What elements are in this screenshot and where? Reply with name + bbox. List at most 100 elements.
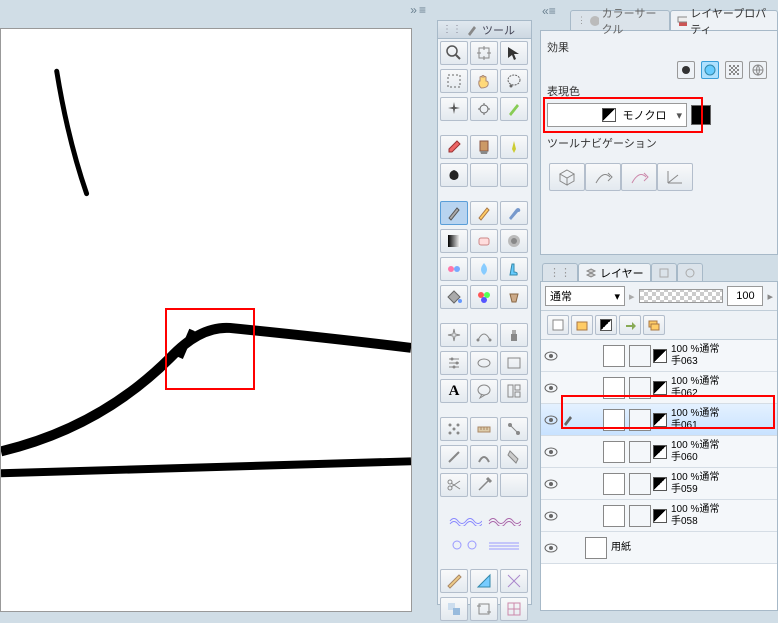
fill-tool[interactable] [440, 285, 468, 309]
visibility-eye-icon[interactable] [543, 508, 559, 524]
wand-tool[interactable] [440, 97, 468, 121]
layer-item[interactable]: 100 %通常手063 [541, 340, 777, 372]
balloon-tool[interactable] [470, 379, 498, 403]
finger-tool[interactable] [500, 257, 528, 281]
spiral-preset-row[interactable] [440, 535, 529, 555]
transfer-button[interactable] [619, 315, 641, 335]
gradient-tool[interactable] [440, 229, 468, 253]
brush-tool[interactable] [500, 201, 528, 225]
frame-tool[interactable] [500, 351, 528, 375]
effect-map[interactable] [749, 61, 767, 79]
tool-palette-header[interactable]: ⋮⋮ ツール [438, 21, 531, 39]
crop-tool[interactable] [470, 597, 498, 621]
expand-arrows[interactable]: »≡ [396, 2, 426, 18]
perspective-tool[interactable] [500, 569, 528, 593]
marquee-tool[interactable] [440, 69, 468, 93]
quick-select-tool[interactable] [470, 97, 498, 121]
nav-curve2[interactable] [621, 163, 657, 191]
tab-extra1[interactable] [651, 263, 677, 281]
empty2[interactable] [500, 163, 528, 187]
layer-item[interactable]: 100 %通常手058 [541, 500, 777, 532]
line-tool[interactable] [440, 445, 468, 469]
lasso-tool[interactable] [500, 69, 528, 93]
ruler2-tool[interactable] [440, 569, 468, 593]
visibility-eye-icon[interactable] [543, 476, 559, 492]
empty3[interactable] [500, 473, 528, 497]
knife-tool[interactable] [470, 473, 498, 497]
zoom-tool[interactable] [440, 41, 468, 65]
bucket-tool[interactable] [500, 285, 528, 309]
tab-layers[interactable]: レイヤー [578, 263, 651, 281]
airbrush-tool[interactable] [500, 229, 528, 253]
effect-border[interactable] [677, 61, 695, 79]
new-folder-button[interactable] [571, 315, 593, 335]
blend-tool[interactable] [470, 445, 498, 469]
gradient-preset-row[interactable] [440, 511, 529, 531]
connect-tool[interactable] [500, 417, 528, 441]
nav-axis[interactable] [657, 163, 693, 191]
decoration-tool[interactable] [440, 257, 468, 281]
arrow-tool[interactable] [500, 41, 528, 65]
triangle-tool[interactable] [470, 569, 498, 593]
ruler-tool[interactable] [470, 417, 498, 441]
empty1[interactable] [470, 163, 498, 187]
layer-item[interactable]: 用紙 [541, 532, 777, 564]
blend-mode-dropdown[interactable]: 通常 ▾ [545, 286, 625, 306]
opacity-slider[interactable] [639, 289, 724, 303]
adjust-tool[interactable] [440, 351, 468, 375]
layer-label: 100 %通常手060 [671, 440, 719, 464]
search-layer-icon [658, 267, 670, 279]
pencil-tool[interactable] [470, 201, 498, 225]
blob-tool[interactable] [440, 163, 468, 187]
toolnav-label: ツールナビゲーション [547, 135, 771, 151]
layers-icon [585, 267, 597, 279]
tab-layer-props[interactable]: レイヤープロパティ [670, 10, 778, 30]
correct-tool[interactable] [500, 445, 528, 469]
tab-color[interactable]: ⋮ カラーサークル [570, 10, 670, 30]
bezier-tool[interactable] [470, 323, 498, 347]
layer-mask-thumbnail [629, 473, 651, 495]
hand-tool[interactable] [470, 69, 498, 93]
grip-tab[interactable]: ⋮⋮ [542, 263, 578, 281]
visibility-eye-icon[interactable] [543, 540, 559, 556]
new-layer-button[interactable] [547, 315, 569, 335]
layer-item[interactable]: 100 %通常手059 [541, 468, 777, 500]
blur-tool[interactable] [470, 257, 498, 281]
mesh-tool[interactable] [500, 597, 528, 621]
visibility-eye-icon[interactable] [543, 348, 559, 364]
highlight-box-color [543, 97, 703, 133]
loop-tool[interactable] [470, 351, 498, 375]
stamp-tool[interactable] [500, 323, 528, 347]
panel-tool[interactable] [500, 379, 528, 403]
opacity-value[interactable]: 100 [727, 286, 763, 306]
scissors-tool[interactable] [440, 473, 468, 497]
brush-clean-tool[interactable] [470, 135, 498, 159]
eyedropper-tool[interactable] [440, 135, 468, 159]
visibility-eye-icon[interactable] [543, 412, 559, 428]
nav-cube[interactable] [549, 163, 585, 191]
color-tool[interactable] [470, 285, 498, 309]
layer-thumbnail [585, 537, 607, 559]
sparkle-tool[interactable] [440, 323, 468, 347]
pattern-tool[interactable] [440, 417, 468, 441]
visibility-eye-icon[interactable] [543, 380, 559, 396]
visibility-eye-icon[interactable] [543, 444, 559, 460]
layer-item[interactable]: 100 %通常手060 [541, 436, 777, 468]
double-folder-button[interactable] [643, 315, 665, 335]
text-tool[interactable]: A [440, 379, 468, 403]
stepper-icon[interactable]: ▸ [767, 290, 773, 303]
group-tool[interactable] [440, 597, 468, 621]
move-tool[interactable] [470, 41, 498, 65]
nav-curve[interactable] [585, 163, 621, 191]
spiral-icon [448, 540, 482, 550]
effect-pattern[interactable] [725, 61, 743, 79]
pen-tool[interactable] [440, 201, 468, 225]
selection-pen-tool[interactable] [500, 97, 528, 121]
separator: ▸ [629, 290, 635, 303]
eraser-tool[interactable] [470, 229, 498, 253]
tool-palette-title: ツール [482, 22, 515, 38]
dip-pen-tool[interactable] [500, 135, 528, 159]
tab-extra2[interactable] [677, 263, 703, 281]
mono-layer-button[interactable] [595, 315, 617, 335]
effect-tone[interactable] [701, 61, 719, 79]
